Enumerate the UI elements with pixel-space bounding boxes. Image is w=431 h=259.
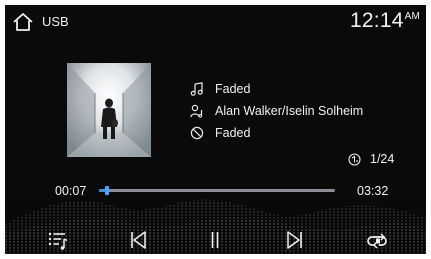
clock-ampm: AM bbox=[404, 11, 420, 22]
track-counter: 1/24 bbox=[348, 152, 394, 166]
music-note-icon bbox=[190, 82, 203, 96]
repeat-button[interactable] bbox=[367, 229, 389, 251]
progress-handle[interactable] bbox=[104, 186, 109, 195]
album-row: Faded bbox=[190, 125, 250, 141]
pause-button[interactable] bbox=[204, 229, 226, 251]
playlist-icon bbox=[48, 232, 68, 250]
home-icon[interactable] bbox=[12, 12, 34, 32]
clock: 12:14AM bbox=[350, 9, 420, 33]
media-player-screen: USB 12:14AM Faded Alan Walker/Iselin Sol… bbox=[5, 5, 426, 254]
clock-time: 12:14 bbox=[350, 9, 404, 32]
next-track-icon bbox=[287, 231, 302, 249]
total-time: 03:32 bbox=[357, 184, 389, 198]
artist-name: Alan Walker/Iselin Solheim bbox=[215, 104, 364, 118]
album-name: Faded bbox=[215, 126, 251, 140]
song-title: Faded bbox=[215, 82, 251, 96]
pause-icon bbox=[211, 232, 219, 248]
album-disc-icon bbox=[190, 126, 204, 140]
repeat-icon bbox=[367, 233, 387, 249]
next-button[interactable] bbox=[284, 229, 306, 251]
artist-icon bbox=[190, 104, 203, 118]
album-art bbox=[67, 63, 151, 157]
progress-bar[interactable] bbox=[99, 186, 335, 195]
elapsed-time: 00:07 bbox=[55, 184, 87, 198]
top-bar: USB 12:14AM bbox=[5, 5, 426, 39]
track-counter-text: 1/24 bbox=[370, 152, 395, 166]
song-row: Faded bbox=[190, 81, 250, 97]
source-label: USB bbox=[42, 14, 69, 29]
previous-button[interactable] bbox=[127, 229, 149, 251]
playlist-button[interactable] bbox=[47, 229, 69, 251]
artist-row: Alan Walker/Iselin Solheim bbox=[190, 103, 363, 119]
track-number-icon bbox=[348, 152, 361, 166]
previous-track-icon bbox=[131, 231, 146, 249]
